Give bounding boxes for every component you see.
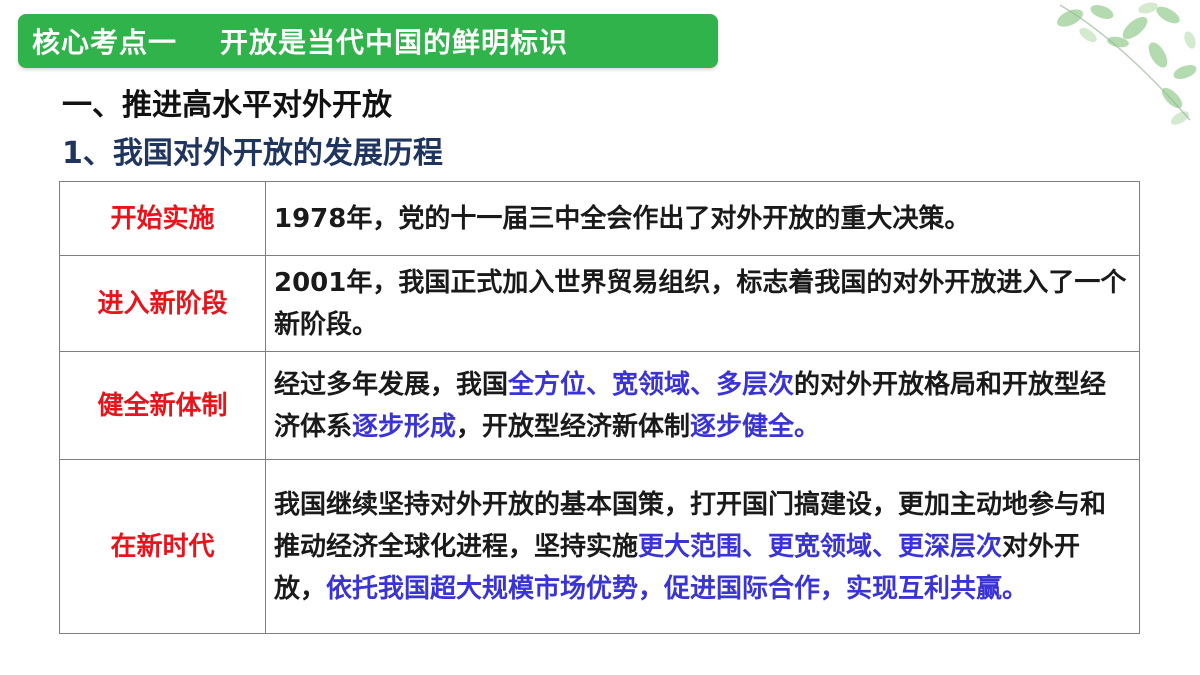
table-row: 进入新阶段 2001年，我国正式加入世界贸易组织，标志着我国的对外开放进入了一个新… — [59, 255, 1140, 352]
section-heading: 一、推进高水平对外开放 — [62, 88, 392, 123]
stage-label: 进入新阶段 — [59, 255, 266, 352]
banner-title: 核心考点一 开放是当代中国的鲜明标识 — [32, 26, 568, 59]
description-text: ，开放型经济新体制 — [456, 411, 691, 442]
title-banner: 核心考点一 开放是当代中国的鲜明标识 — [18, 14, 718, 68]
sub-heading: 1、我国对外开放的发展历程 — [62, 136, 443, 171]
stage-label: 健全新体制 — [59, 351, 266, 460]
stage-label: 开始实施 — [59, 181, 266, 256]
stage-description: 1978年，党的十一届三中全会作出了对外开放的重大决策。 — [265, 181, 1140, 256]
description-text: 2001年，我国正式加入世界贸易组织，标志着我国的对外开放进入了一个新阶段。 — [274, 267, 1127, 340]
table-row: 在新时代 我国继续坚持对外开放的基本国策，打开国门搞建设，更加主动地参与和推动经济… — [59, 459, 1140, 634]
table-row: 开始实施 1978年，党的十一届三中全会作出了对外开放的重大决策。 — [59, 181, 1140, 256]
stage-label: 在新时代 — [59, 459, 266, 634]
stage-description: 经过多年发展，我国全方位、宽领域、多层次的对外开放格局和开放型经济体系逐步形成，… — [265, 351, 1140, 460]
highlighted-text: 逐步健全。 — [690, 411, 821, 442]
table-row: 健全新体制 经过多年发展，我国全方位、宽领域、多层次的对外开放格局和开放型经济体系… — [59, 351, 1140, 460]
highlighted-text: 依托我国超大规模市场优势，促进国际合作，实现互利共赢。 — [326, 573, 1029, 604]
leaves-icon — [1056, 2, 1197, 125]
highlighted-text: 全方位、宽领域、多层次 — [508, 369, 795, 400]
stage-description: 2001年，我国正式加入世界贸易组织，标志着我国的对外开放进入了一个新阶段。 — [265, 255, 1140, 352]
description-text: 1978年，党的十一届三中全会作出了对外开放的重大决策。 — [274, 203, 971, 234]
stage-description: 我国继续坚持对外开放的基本国策，打开国门搞建设，更加主动地参与和推动经济全球化进… — [265, 459, 1140, 634]
description-text: 经过多年发展，我国 — [274, 369, 509, 400]
highlighted-text: 逐步形成 — [352, 411, 457, 442]
highlighted-text: 更大范围、更宽领域、更深层次 — [638, 531, 1003, 562]
timeline-table: 开始实施 1978年，党的十一届三中全会作出了对外开放的重大决策。 进入新阶段 200… — [59, 181, 1140, 634]
